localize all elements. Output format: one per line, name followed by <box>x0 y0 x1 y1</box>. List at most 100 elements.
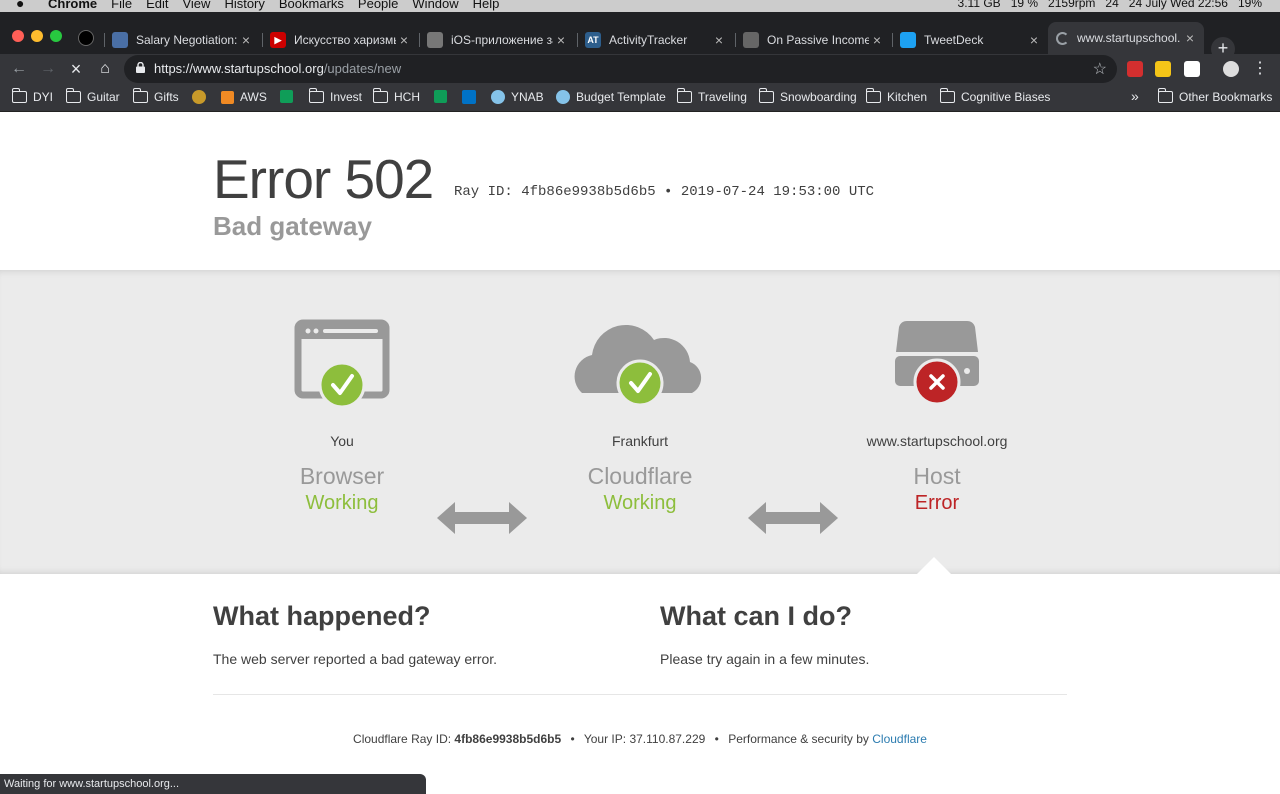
youtube-icon: ▶ <box>270 32 286 48</box>
forward-button[interactable]: → <box>37 58 59 80</box>
node-kind: Cloudflare <box>587 463 693 489</box>
tab-passive-income[interactable]: On Passive Income × <box>735 26 891 54</box>
tab-charisma[interactable]: ▶ Искусство харизмы × <box>262 26 418 54</box>
error-title: Error 502 <box>213 148 434 210</box>
error-pointer <box>916 557 952 575</box>
tab-strip: Salary Negotiation: × ▶ Искусство харизм… <box>0 12 1280 61</box>
menu-chrome[interactable]: Chrome <box>48 0 97 11</box>
node-place: www.startupschool.org <box>866 433 1008 449</box>
back-button[interactable]: ← <box>8 58 30 80</box>
profile-avatar[interactable] <box>1223 61 1239 77</box>
memory-readout[interactable]: 3.11 GB <box>958 0 1001 10</box>
menu-window[interactable]: Window <box>412 0 458 11</box>
tab-activitytracker[interactable]: AT ActivityTracker × <box>577 26 733 54</box>
menu-history[interactable]: History <box>224 0 264 11</box>
menu-view[interactable]: View <box>182 0 210 11</box>
more-bookmarks-chevron[interactable]: » <box>1131 88 1139 104</box>
tweetdeck-icon <box>900 32 916 48</box>
bookmark-wow[interactable] <box>192 90 212 104</box>
tab-ios-app[interactable]: iOS-приложение за × <box>419 26 575 54</box>
folder-icon <box>65 88 81 103</box>
close-tab-icon[interactable]: × <box>396 32 412 48</box>
outlook-icon <box>462 90 476 104</box>
bookmark-ynab[interactable]: YNAB <box>491 90 544 104</box>
folder-icon <box>308 88 324 103</box>
close-tab-icon[interactable]: × <box>711 32 727 48</box>
bookmark-aws[interactable]: AWS <box>221 90 267 104</box>
node-state: Working <box>305 492 379 514</box>
footer-separator: • <box>714 732 719 746</box>
cpu-readout[interactable]: 19 % <box>1011 0 1038 10</box>
menu-file[interactable]: File <box>111 0 132 11</box>
close-tab-icon[interactable]: × <box>1026 32 1042 48</box>
apple-menu-icon[interactable]: ● <box>16 0 24 11</box>
check-icon <box>616 359 664 407</box>
page-icon <box>743 32 759 48</box>
bookmark-sheets-1[interactable] <box>280 90 299 103</box>
close-tab-icon[interactable]: × <box>869 32 885 48</box>
keep-extension-icon[interactable] <box>1155 61 1171 77</box>
bookmark-sheets-2[interactable] <box>434 90 453 103</box>
menu-bookmarks[interactable]: Bookmarks <box>279 0 344 11</box>
menu-edit[interactable]: Edit <box>146 0 168 11</box>
menubar-status: 3.11 GB 19 % 2159rpm 24 24 July Wed 22:5… <box>958 0 1262 10</box>
close-window-button[interactable] <box>12 30 24 42</box>
close-tab-icon[interactable]: × <box>553 32 569 48</box>
node-place: Frankfurt <box>611 433 668 449</box>
tab-label: TweetDeck <box>924 33 984 47</box>
address-bar[interactable]: https://www.startupschool.org/updates/ne… <box>124 55 1117 83</box>
tab-salary-negotiation[interactable]: Salary Negotiation: × <box>104 26 260 54</box>
bookmark-snowboarding[interactable]: Snowboarding <box>758 88 857 104</box>
fan-readout[interactable]: 2159rpm <box>1048 0 1095 10</box>
bookmark-label: Gifts <box>154 90 179 104</box>
minimize-window-button[interactable] <box>31 30 43 42</box>
notion-extension-icon[interactable] <box>1184 61 1200 77</box>
salary-tab-icon <box>112 32 128 48</box>
bookmark-gifts[interactable]: Gifts <box>132 88 179 104</box>
bookmark-outlook[interactable] <box>462 90 482 104</box>
tab-label: ActivityTracker <box>609 33 688 47</box>
battery-readout[interactable]: 19% <box>1238 0 1262 10</box>
bookmark-budget-template[interactable]: Budget Template <box>556 90 666 104</box>
bookmark-star-icon[interactable]: ☆ <box>1093 59 1107 79</box>
bookmark-guitar[interactable]: Guitar <box>65 88 120 104</box>
bookmark-label: Snowboarding <box>780 90 857 104</box>
bookmark-hch[interactable]: HCH <box>372 88 420 104</box>
bookmark-label: AWS <box>240 90 267 104</box>
bookmark-kitchen[interactable]: Kitchen <box>865 88 927 104</box>
calendar-day[interactable]: 24 <box>1105 0 1118 10</box>
tab-startupschool[interactable]: www.startupschool. × <box>1048 22 1204 54</box>
menu-people[interactable]: People <box>358 0 398 11</box>
tab-label: On Passive Income <box>767 33 869 47</box>
lock-icon[interactable] <box>136 62 145 73</box>
bookmark-invest[interactable]: Invest <box>308 88 362 104</box>
url-text[interactable]: https://www.startupschool.org/updates/ne… <box>154 61 401 76</box>
pinned-tab-icon[interactable] <box>78 30 94 46</box>
home-button[interactable]: ⌂ <box>94 58 116 80</box>
close-tab-icon[interactable]: × <box>1182 30 1198 46</box>
folder-icon <box>1157 88 1173 103</box>
cloudflare-link[interactable]: Cloudflare <box>872 732 927 746</box>
zoom-window-button[interactable] <box>50 30 62 42</box>
menu-help[interactable]: Help <box>473 0 500 11</box>
stop-loading-button[interactable]: × <box>65 58 87 80</box>
url-host: https://www.startupschool.org <box>154 61 324 76</box>
browser-toolbar: ← → × ⌂ https://www.startupschool.org/up… <box>0 54 1280 84</box>
bookmark-cognitive-biases[interactable]: Cognitive Biases <box>939 88 1050 104</box>
what-happened-text: The web server reported a bad gateway er… <box>213 651 498 667</box>
tab-label: www.startupschool. <box>1077 31 1181 45</box>
bookmark-traveling[interactable]: Traveling <box>676 88 747 104</box>
node-kind: Browser <box>299 463 385 489</box>
bookmark-label: HCH <box>394 90 420 104</box>
bookmark-dyi[interactable]: DYI <box>11 88 53 104</box>
close-tab-icon[interactable]: × <box>238 32 254 48</box>
check-icon <box>318 361 366 409</box>
what-can-i-do-text: Please try again in a few minutes. <box>660 651 870 667</box>
aws-icon <box>221 90 234 104</box>
clock[interactable]: 24 July Wed 22:56 <box>1129 0 1228 10</box>
status-diagram: You Browser Working Frankfurt Cloudflare… <box>0 270 1280 575</box>
tab-tweetdeck[interactable]: TweetDeck × <box>892 26 1048 54</box>
lastpass-extension-icon[interactable] <box>1127 61 1143 77</box>
chrome-menu-icon[interactable]: ⋮ <box>1249 58 1271 80</box>
other-bookmarks[interactable]: Other Bookmarks <box>1157 88 1272 104</box>
